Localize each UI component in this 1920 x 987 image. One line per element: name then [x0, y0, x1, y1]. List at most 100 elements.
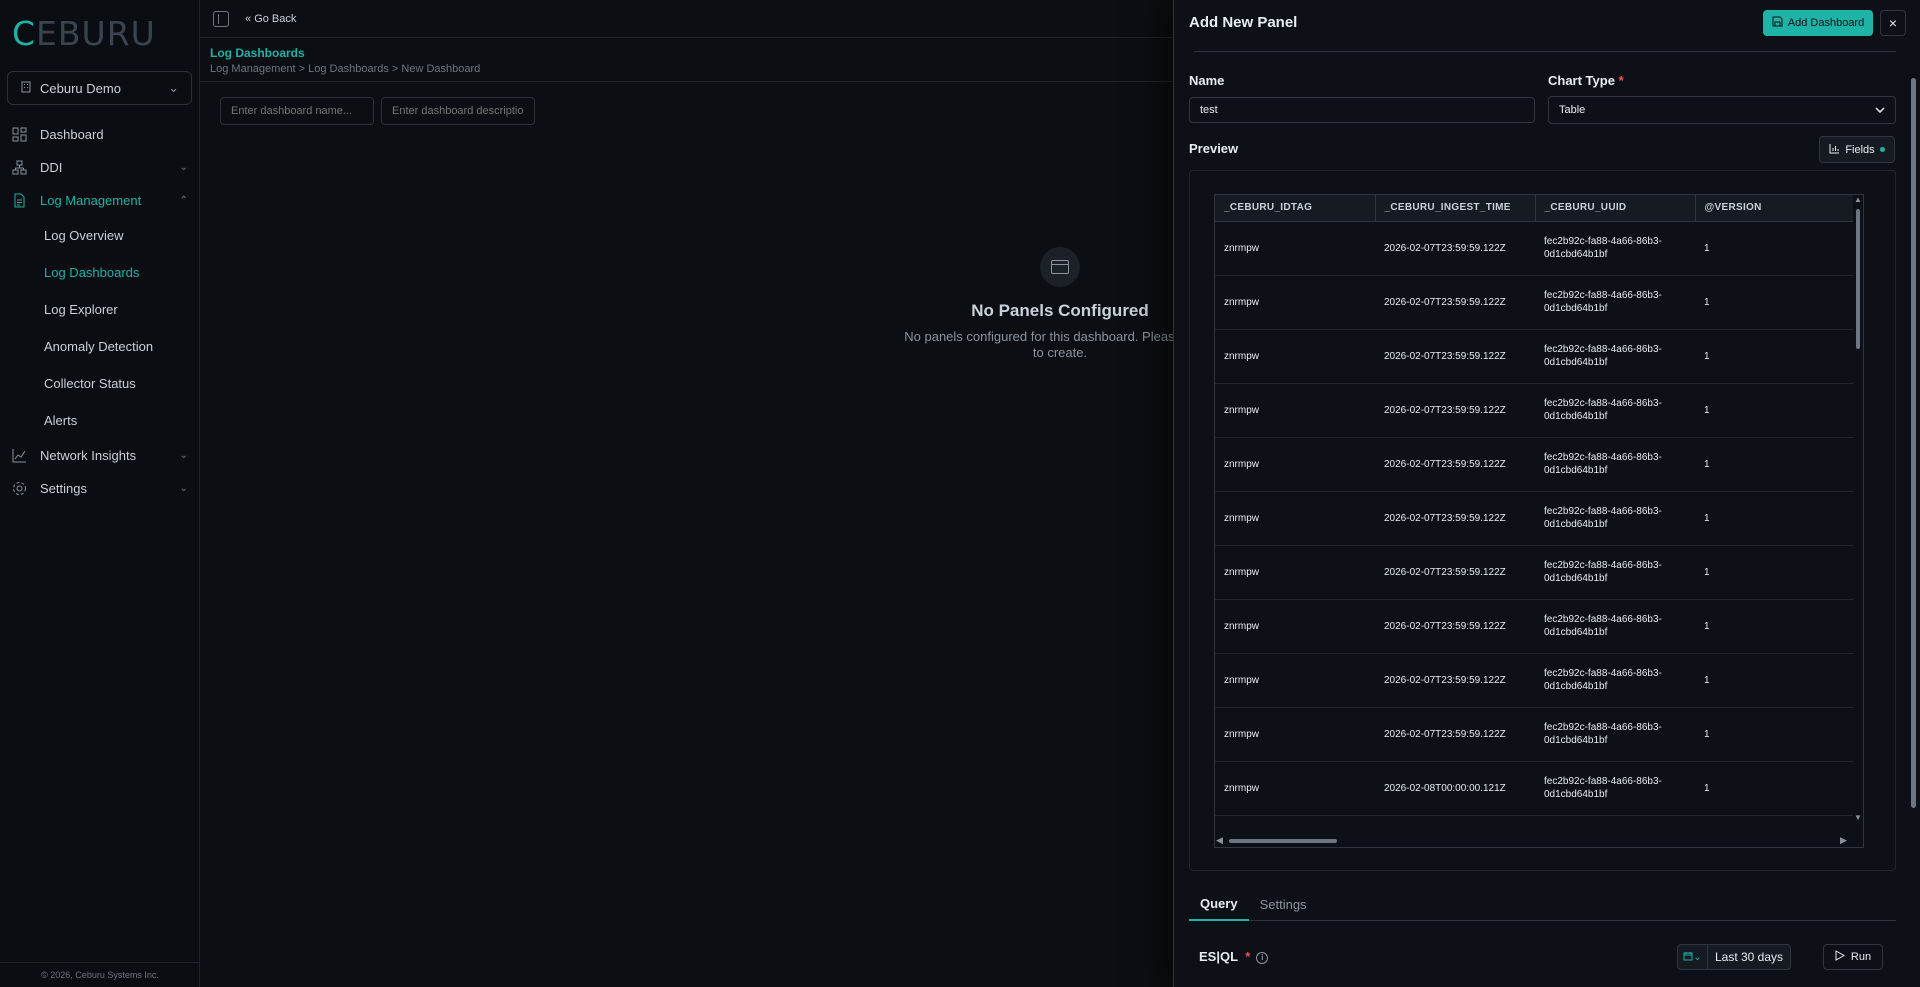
chevron-down-icon: [1875, 104, 1885, 116]
gear-icon: [12, 481, 28, 497]
table-row: znrmpw 2026-02-07T23:59:59.122Z fec2b92c-f…: [1215, 221, 1855, 276]
table-header-row: _CEBURU_IDTAG _CEBURU_INGEST_TIME _CEBUR…: [1215, 195, 1856, 222]
sidebar-subitem-collector-status[interactable]: Collector Status: [0, 365, 200, 402]
table-cell: znrmpw: [1215, 275, 1375, 330]
vertical-scrollbar[interactable]: ▲ ▼: [1853, 195, 1863, 825]
add-panel-drawer: Add New Panel Add Dashboard × Name Chart…: [1173, 0, 1920, 987]
sidebar-item-ddi[interactable]: DDI ⌄: [0, 151, 200, 184]
org-select[interactable]: Ceburu Demo ⌄: [7, 71, 192, 105]
header-divider: [200, 81, 1175, 82]
run-button[interactable]: Run: [1823, 944, 1883, 970]
info-icon[interactable]: i: [1256, 951, 1269, 964]
table-cell: znrmpw: [1215, 707, 1375, 762]
scrollbar-thumb[interactable]: [1911, 78, 1916, 808]
table-row: znrmpw 2026-02-07T23:59:59.122Z fec2b92c-f…: [1215, 707, 1855, 762]
ceburu-logo[interactable]: CEBURU: [12, 14, 156, 53]
dashboard-description-input[interactable]: [381, 97, 535, 125]
table-row: znrmpw 2026-02-07T23:59:59.122Z fec2b92c-f…: [1215, 491, 1855, 546]
tab-label: Settings: [1259, 897, 1307, 912]
sidebar-item-log-management[interactable]: Log Management ⌃: [0, 184, 200, 217]
play-icon: [1835, 950, 1845, 964]
save-icon: [1772, 16, 1783, 30]
table-cell: 2026-02-07T23:59:59.122Z: [1375, 545, 1535, 600]
required-mark: *: [1245, 949, 1251, 964]
fields-button[interactable]: Fields: [1819, 136, 1895, 163]
table-row: znrmpw 2026-02-07T23:59:59.122Z fec2b92c-f…: [1215, 653, 1855, 708]
chevron-down-icon: ⌄: [179, 483, 188, 494]
table-cell: 2026-02-07T23:59:59.122Z: [1375, 599, 1535, 654]
date-picker-button[interactable]: ⌄: [1677, 944, 1707, 970]
bar-chart-icon: [1829, 143, 1840, 157]
table-cell: 2026-02-08T00:00:00.121Z: [1375, 761, 1535, 816]
sidebar-item-settings[interactable]: Settings ⌄: [0, 472, 200, 505]
column-header[interactable]: @VERSION: [1695, 195, 1856, 222]
scroll-left-icon[interactable]: ◀: [1216, 835, 1223, 846]
chart-type-select[interactable]: Table: [1548, 96, 1896, 124]
table-cell: znrmpw: [1215, 329, 1375, 384]
dashboard-name-input[interactable]: [220, 97, 374, 125]
breadcrumb: Log Management > Log Dashboards > New Da…: [210, 63, 481, 75]
tab-settings[interactable]: Settings: [1249, 888, 1318, 921]
table-cell: 2026-02-07T23:59:59.122Z: [1375, 653, 1535, 708]
table-cell: 2026-02-07T23:59:59.122Z: [1375, 221, 1535, 276]
sidebar-subitem-anomaly-detection[interactable]: Anomaly Detection: [0, 328, 200, 365]
table-row: znrmpw 2026-02-08T00:00:00.121Z fec2b92c-f…: [1215, 761, 1855, 816]
sidebar-subitem-log-explorer[interactable]: Log Explorer: [0, 291, 200, 328]
name-label-text: Name: [1189, 73, 1225, 88]
sidebar-subitem-label: Anomaly Detection: [44, 339, 154, 354]
topbar: « Go Back: [200, 0, 1175, 38]
sidebar-subitem-label: Alerts: [44, 413, 78, 428]
network-icon: [12, 160, 28, 176]
scroll-right-icon[interactable]: ▶: [1840, 835, 1847, 846]
logo-prefix: C: [12, 14, 37, 53]
close-button[interactable]: ×: [1880, 10, 1906, 36]
esql-label: ES|QL * i: [1199, 949, 1269, 964]
sidebar-item-network-insights[interactable]: Network Insights ⌄: [0, 439, 200, 472]
horizontal-scrollbar[interactable]: ◀ ▶: [1215, 835, 1863, 847]
sidebar-item-label: Dashboard: [40, 127, 104, 142]
table-row: znrmpw 2026-02-07T23:59:59.122Z fec2b92c-f…: [1215, 437, 1855, 492]
table-cell: 2026-02-07T23:59:59.122Z: [1375, 275, 1535, 330]
required-mark: *: [1618, 73, 1624, 88]
panel-name-input[interactable]: [1189, 97, 1535, 123]
scroll-down-icon[interactable]: ▼: [1854, 813, 1862, 822]
name-label: Name: [1189, 73, 1224, 88]
table-cell: znrmpw: [1215, 491, 1375, 546]
sidebar-subitem-label: Log Dashboards: [44, 265, 140, 280]
chart-type-label-text: Chart Type: [1548, 73, 1615, 88]
table-cell: znrmpw: [1215, 653, 1375, 708]
preview-label: Preview: [1189, 141, 1238, 156]
table-cell: 2026-02-07T23:59:59.122Z: [1375, 329, 1535, 384]
column-header[interactable]: _CEBURU_IDTAG: [1215, 195, 1376, 222]
table-cell: 1: [1695, 491, 1855, 546]
sidebar-subitem-alerts[interactable]: Alerts: [0, 402, 200, 439]
column-header[interactable]: _CEBURU_UUID: [1535, 195, 1696, 222]
table-cell: znrmpw: [1215, 761, 1375, 816]
scrollbar-thumb[interactable]: [1856, 209, 1860, 349]
table-cell: 1: [1695, 383, 1855, 438]
tab-label: Query: [1200, 896, 1238, 911]
dashboard-icon: [12, 127, 28, 143]
sidebar-subitem-log-dashboards[interactable]: Log Dashboards: [0, 254, 200, 291]
panel-title: Add New Panel: [1189, 14, 1298, 31]
date-range-select[interactable]: Last 30 days: [1707, 944, 1791, 970]
go-back-button[interactable]: « Go Back: [245, 13, 296, 25]
tab-query[interactable]: Query: [1189, 888, 1249, 921]
add-dashboard-button[interactable]: Add Dashboard: [1763, 10, 1873, 36]
column-header[interactable]: _CEBURU_INGEST_TIME: [1375, 195, 1536, 222]
chart-type-value: Table: [1559, 104, 1586, 116]
panel-divider: [1194, 51, 1896, 52]
table-cell: znrmpw: [1215, 545, 1375, 600]
close-icon: ×: [1888, 15, 1898, 31]
sidebar-subitem-log-overview[interactable]: Log Overview: [0, 217, 200, 254]
panel-scrollbar[interactable]: [1909, 60, 1917, 810]
sidebar-item-label: Settings: [40, 481, 87, 496]
chevron-down-icon: ⌄: [1693, 951, 1702, 963]
scroll-up-icon[interactable]: ▲: [1854, 195, 1862, 204]
sidebar-toggle-icon[interactable]: [213, 10, 229, 27]
scrollbar-thumb[interactable]: [1229, 839, 1337, 843]
sidebar-item-dashboard[interactable]: Dashboard: [0, 118, 200, 151]
table-cell: fec2b92c-fa88-4a66-86b3-0d1cbd64b1bf: [1535, 275, 1695, 330]
table-row: znrmpw 2026-02-07T23:59:59.122Z fec2b92c-f…: [1215, 275, 1855, 330]
fields-label: Fields: [1845, 143, 1875, 156]
